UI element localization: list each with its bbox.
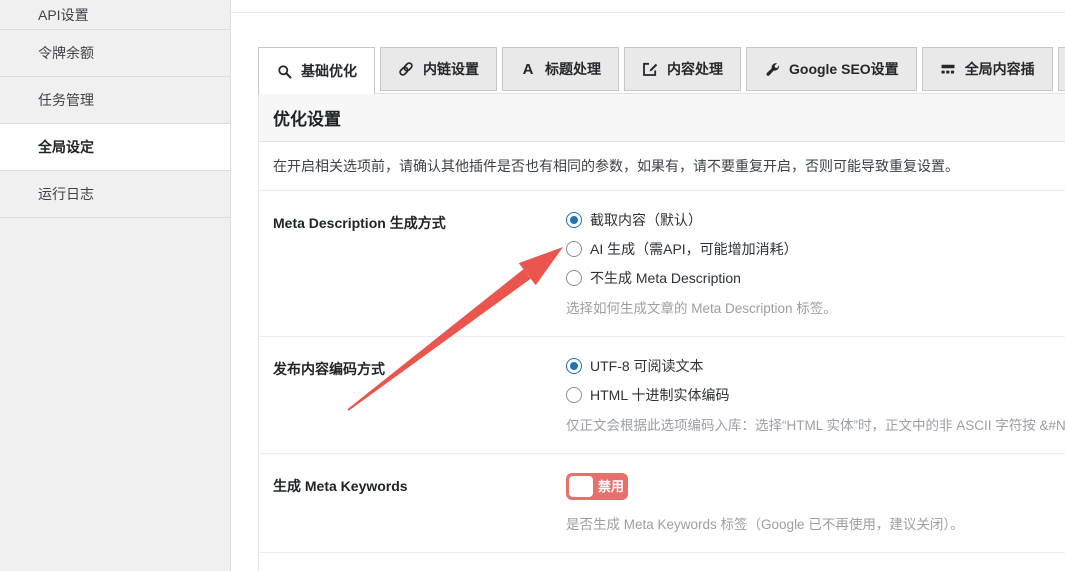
letter-a-icon: A: [520, 61, 536, 77]
optimization-settings-panel: 优化设置 在开启相关选项前，请确认其他插件是否也有相同的参数，如果有，请不要重复…: [258, 93, 1065, 571]
main-content: 基础优化 内链设置 A 标题处理 内容处理 Google SEO设置: [231, 0, 1065, 571]
meta-description-label: Meta Description 生成方式: [273, 210, 566, 317]
radio-utf8[interactable]: [566, 358, 582, 374]
radio-option-utf8[interactable]: UTF-8 可阅读文本: [566, 356, 1065, 376]
list-icon: [940, 61, 956, 77]
sidebar-item-label: 运行日志: [38, 184, 94, 204]
row-empty-tags: 空白标签处理方式 当期望生成标签但最终为空时，控制文章最终 存入草稿箱: [259, 553, 1065, 571]
sidebar-item-global-settings[interactable]: 全局设定: [0, 124, 230, 171]
sidebar-item-label: API设置: [38, 5, 89, 25]
toggle-knob: [569, 476, 593, 497]
meta-keywords-help: 是否生成 Meta Keywords 标签（Google 已不再使用，建议关闭）…: [566, 513, 1065, 533]
sidebar-item-label: 任务管理: [38, 90, 94, 110]
radio-option-html-entity[interactable]: HTML 十进制实体编码: [566, 385, 1065, 405]
edit-icon: [642, 61, 658, 77]
row-meta-description: Meta Description 生成方式 截取内容（默认） AI 生成（需AP…: [259, 191, 1065, 337]
meta-keywords-toggle[interactable]: 禁用: [566, 473, 628, 500]
top-divider: [231, 0, 1065, 13]
tab-basic-optimization[interactable]: 基础优化: [258, 47, 375, 94]
toggle-state-label: 禁用: [598, 473, 624, 500]
radio-option-label: AI 生成（需API，可能增加消耗）: [590, 239, 798, 259]
encoding-label: 发布内容编码方式: [273, 356, 566, 434]
link-icon: [398, 61, 414, 77]
radio-option-ai-generate[interactable]: AI 生成（需API，可能增加消耗）: [566, 239, 1065, 259]
radio-ai-generate[interactable]: [566, 241, 582, 257]
meta-keywords-label: 生成 Meta Keywords: [273, 473, 566, 533]
radio-option-excerpt[interactable]: 截取内容（默认）: [566, 210, 1065, 230]
panel-notice: 在开启相关选项前，请确认其他插件是否也有相同的参数，如果有，请不要重复开启，否则…: [259, 142, 1065, 191]
tab-content-processing[interactable]: 内容处理: [624, 47, 741, 91]
search-icon: [276, 63, 292, 79]
tab-label: 内容处理: [667, 59, 723, 79]
radio-no-meta-description[interactable]: [566, 270, 582, 286]
sidebar-item-run-log[interactable]: 运行日志: [0, 171, 230, 218]
radio-option-label: HTML 十进制实体编码: [590, 385, 729, 405]
radio-option-label: 截取内容（默认）: [590, 210, 702, 230]
radio-option-label: UTF-8 可阅读文本: [590, 356, 704, 376]
radio-option-no-meta-description[interactable]: 不生成 Meta Description: [566, 268, 1065, 288]
tab-internal-links[interactable]: 内链设置: [380, 47, 497, 91]
tab-label: Google SEO设置: [789, 59, 899, 79]
tab-label: 标题处理: [545, 59, 601, 79]
tab-label: 内链设置: [423, 59, 479, 79]
tab-custom[interactable]: 自定: [1058, 47, 1065, 91]
tab-label: 基础优化: [301, 61, 357, 81]
sidebar-item-api-settings[interactable]: API设置: [0, 0, 230, 30]
radio-option-label: 不生成 Meta Description: [590, 268, 741, 288]
tab-title-processing[interactable]: A 标题处理: [502, 47, 619, 91]
row-content-encoding: 发布内容编码方式 UTF-8 可阅读文本 HTML 十进制实体编码 仅正文会根据…: [259, 337, 1065, 454]
settings-tabs: 基础优化 内链设置 A 标题处理 内容处理 Google SEO设置: [258, 47, 1065, 94]
sidebar-item-task-management[interactable]: 任务管理: [0, 77, 230, 124]
tab-label: 全局内容插: [965, 59, 1035, 79]
radio-excerpt-default[interactable]: [566, 212, 582, 228]
settings-sidebar: API设置 令牌余额 任务管理 全局设定 运行日志: [0, 0, 231, 571]
tab-google-seo[interactable]: Google SEO设置: [746, 47, 917, 91]
sidebar-item-label: 全局设定: [38, 137, 94, 157]
sidebar-item-token-balance[interactable]: 令牌余额: [0, 30, 230, 77]
meta-description-help: 选择如何生成文章的 Meta Description 标签。: [566, 297, 1065, 317]
wrench-icon: [764, 61, 780, 77]
radio-html-entity[interactable]: [566, 387, 582, 403]
sidebar-item-label: 令牌余额: [38, 43, 94, 63]
panel-title: 优化设置: [259, 94, 1065, 142]
encoding-help: 仅正文会根据此选项编码入库：选择“HTML 实体”时，正文中的非 ASCII 字…: [566, 414, 1065, 434]
row-meta-keywords: 生成 Meta Keywords 禁用 是否生成 Meta Keywords 标…: [259, 454, 1065, 553]
tab-global-content-insert[interactable]: 全局内容插: [922, 47, 1053, 91]
